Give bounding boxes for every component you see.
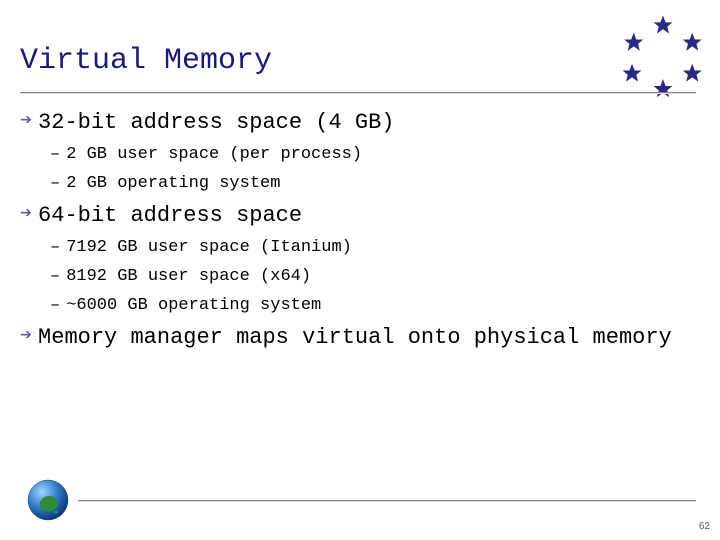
- slide-title: Virtual Memory: [20, 44, 272, 78]
- sub-bullet: – 2 GB operating system: [50, 174, 696, 193]
- sub-bullet-text: 2 GB operating system: [66, 174, 280, 193]
- title-underline: [20, 92, 696, 94]
- dash-icon: –: [50, 238, 60, 257]
- bullet-memory-manager: ➔ Memory manager maps virtual onto physi…: [20, 325, 696, 350]
- sub-bullet-text: ~6000 GB operating system: [66, 296, 321, 315]
- bullet-64bit: ➔ 64-bit address space: [20, 203, 696, 228]
- star-ring-logo: [620, 12, 706, 98]
- dash-icon: –: [50, 174, 60, 193]
- sub-bullet-text: 7192 GB user space (Itanium): [66, 238, 352, 257]
- globe-australia-icon: [26, 478, 70, 522]
- sub-bullet: – 2 GB user space (per process): [50, 145, 696, 164]
- bullet-text: Memory manager maps virtual onto physica…: [38, 325, 672, 350]
- slide: Virtual Memory ➔ 32-bit address space (4…: [0, 0, 720, 540]
- arrow-icon: ➔: [20, 112, 32, 132]
- sub-bullet-text: 2 GB user space (per process): [66, 145, 362, 164]
- sub-bullet: – 7192 GB user space (Itanium): [50, 238, 696, 257]
- dash-icon: –: [50, 145, 60, 164]
- footer-rule: [78, 500, 696, 502]
- page-number: 62: [699, 521, 710, 532]
- bullet-text: 64-bit address space: [38, 203, 302, 228]
- sub-bullet: – ~6000 GB operating system: [50, 296, 696, 315]
- dash-icon: –: [50, 267, 60, 286]
- bullet-text: 32-bit address space (4 GB): [38, 110, 394, 135]
- arrow-icon: ➔: [20, 205, 32, 225]
- slide-body: ➔ 32-bit address space (4 GB) – 2 GB use…: [20, 104, 696, 354]
- bullet-32bit: ➔ 32-bit address space (4 GB): [20, 110, 696, 135]
- dash-icon: –: [50, 296, 60, 315]
- sub-bullet: – 8192 GB user space (x64): [50, 267, 696, 286]
- sub-bullet-text: 8192 GB user space (x64): [66, 267, 311, 286]
- arrow-icon: ➔: [20, 327, 32, 347]
